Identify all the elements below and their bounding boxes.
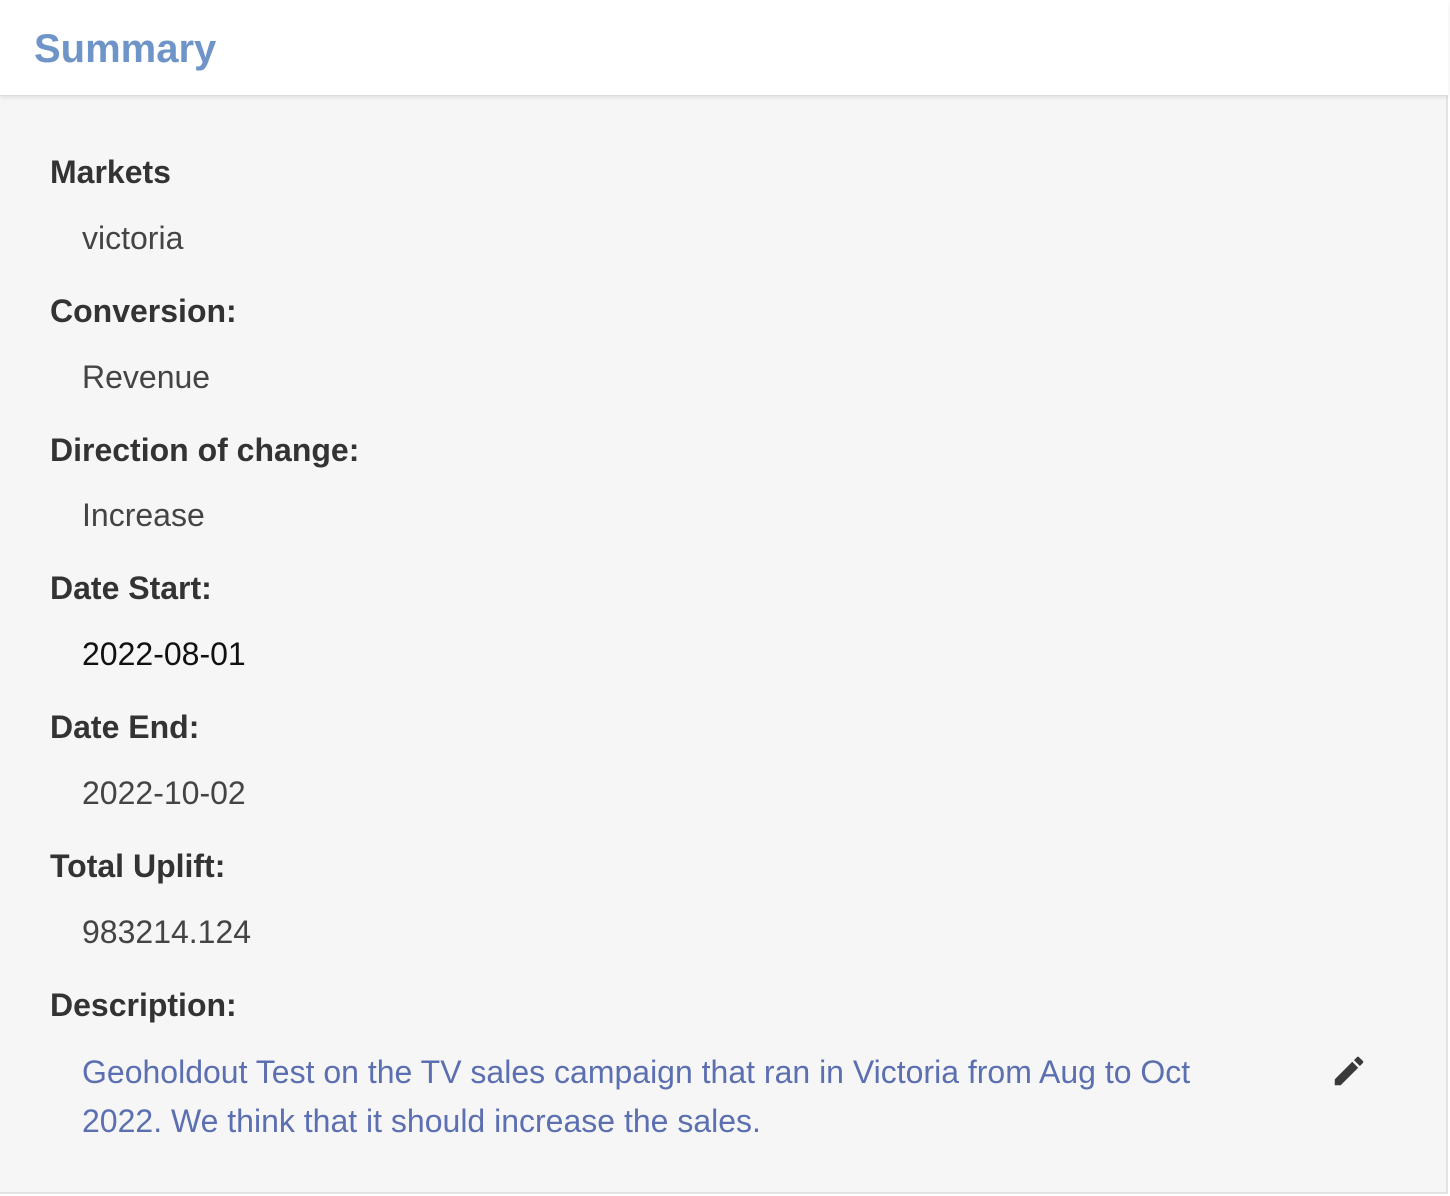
card-header: Summary <box>0 0 1448 96</box>
date-start-value: 2022-08-01 <box>82 636 246 672</box>
card-title: Summary <box>34 27 217 71</box>
direction-of-change-label: Direction of change: <box>50 432 360 468</box>
date-start-label: Date Start: <box>50 570 212 606</box>
pencil-icon[interactable] <box>1330 1052 1368 1090</box>
total-uplift-label: Total Uplift: <box>50 848 226 884</box>
summary-card: Summary Markets victoria Conversion: Rev… <box>0 0 1448 1194</box>
description-text: Geoholdout Test on the TV sales campaign… <box>82 1054 1191 1139</box>
date-end-value: 2022-10-02 <box>82 775 246 811</box>
conversion-value: Revenue <box>82 359 211 395</box>
description-label: Description: <box>50 987 237 1023</box>
conversion-label: Conversion: <box>50 293 237 329</box>
markets-label: Markets <box>50 154 171 190</box>
direction-of-change-value: Increase <box>82 497 205 533</box>
date-end-label: Date End: <box>50 709 200 745</box>
markets-value: victoria <box>82 220 184 256</box>
total-uplift-value: 983214.124 <box>82 914 252 950</box>
